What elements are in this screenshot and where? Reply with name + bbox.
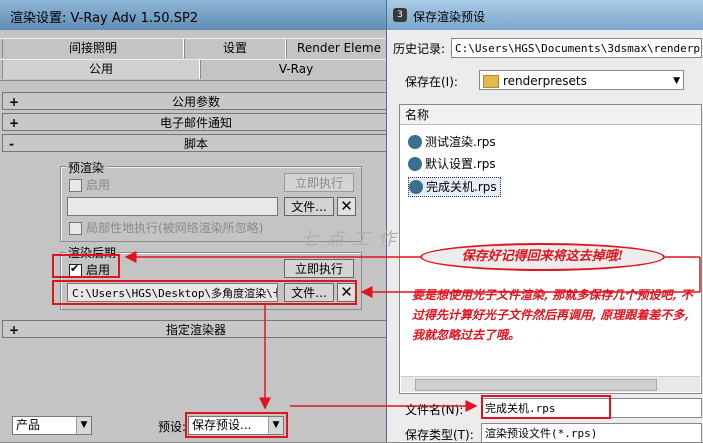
list-item[interactable]: 测试渲染.rps [408, 133, 499, 151]
rollout-common-params[interactable]: + 公用参数 [2, 92, 390, 110]
preset-label: 预设: [158, 420, 187, 434]
rollout-assign-renderer[interactable]: + 指定渲染器 [2, 320, 390, 338]
local-exec-checkbox[interactable] [69, 222, 82, 235]
prerender-enable-label: 启用 [86, 178, 111, 192]
highlight-preset-box [185, 412, 288, 438]
dialog-titlebar[interactable]: 3 保存渲染预设 [387, 0, 703, 30]
preset-file-icon [408, 156, 422, 171]
prerender-enable-checkbox[interactable] [69, 179, 82, 192]
highlight-enable-box [52, 254, 120, 278]
dialog-title: 保存渲染预设 [413, 10, 486, 24]
product-dropdown[interactable]: 产品 ▼ [12, 416, 92, 435]
rollout-label: 指定渲染器 [165, 323, 226, 337]
highlight-path-box [52, 280, 357, 305]
tab-common[interactable]: 公用 [2, 60, 200, 79]
tab-row-1: 间接照明 设置 Render Eleme [0, 38, 392, 60]
tab-render-elements[interactable]: Render Eleme [286, 39, 392, 58]
annotation-note: 要是想使用光子文件渲染, 那就多保存几个预设吧, 不过得先计算好光子文件然后再调… [412, 288, 693, 342]
tab-indirect-illumination[interactable]: 间接照明 [2, 39, 184, 58]
prerender-file-button[interactable]: 文件... [284, 197, 334, 216]
watermark-text: 七点工作 [300, 229, 404, 250]
highlight-filename-box [481, 395, 611, 419]
tab-vray[interactable]: V-Ray [200, 60, 392, 79]
render-setup-titlebar[interactable]: 渲染设置: V-Ray Adv 1.50.SP2 [0, 0, 392, 30]
local-exec-label: 局部性地执行(被网络渲染所忽略) [86, 221, 264, 235]
scrollbar-thumb[interactable] [415, 379, 657, 391]
window-title: 渲染设置: V-Ray Adv 1.50.SP2 [10, 11, 199, 26]
prerender-path-field[interactable] [67, 197, 278, 216]
rollout-email-notify[interactable]: + 电子邮件通知 [2, 113, 390, 131]
app-icon: 3 [393, 8, 407, 22]
horizontal-scrollbar[interactable] [401, 376, 700, 392]
tab-settings[interactable]: 设置 [184, 39, 286, 58]
savein-dropdown[interactable]: renderpresets ▼ [479, 70, 684, 90]
tab-row-2: 公用 V-Ray [0, 59, 392, 81]
list-item-selected[interactable]: 完成关机.rps [408, 177, 501, 197]
savein-label: 保存在(I): [405, 75, 458, 89]
preset-file-icon [409, 179, 423, 194]
chevron-down-icon: ▼ [673, 76, 680, 86]
product-value: 产品 [16, 418, 41, 432]
prerender-group-label: 预渲染 [66, 159, 107, 176]
rollout-label: 脚本 [183, 137, 208, 151]
rollout-label: 电子邮件通知 [159, 116, 232, 130]
prerender-run-now-button[interactable]: 立即执行 [284, 173, 354, 192]
annotation-bubble: 保存好记得回来将这去掉哦! [420, 243, 665, 271]
chevron-down-icon: ▼ [76, 417, 91, 434]
history-field[interactable]: C:\Users\HGS\Documents\3dsmax\renderpres… [451, 38, 702, 58]
filename-label: 文件名(N): [405, 403, 464, 417]
list-item[interactable]: 默认设置.rps [408, 155, 499, 173]
prerender-clear-icon[interactable]: ✕ [337, 197, 356, 216]
filetype-label: 保存类型(T): [405, 428, 474, 442]
render-setup-window: 渲染设置: V-Ray Adv 1.50.SP2 间接照明 设置 Render … [0, 0, 392, 442]
rollout-label: 公用参数 [171, 95, 220, 109]
preset-file-icon [408, 134, 422, 149]
filetype-field[interactable]: 渲染预设文件(*.rps) [481, 423, 702, 443]
savein-value: renderpresets [503, 74, 587, 88]
postrender-run-now-button[interactable]: 立即执行 [284, 259, 354, 278]
column-header-name[interactable]: 名称 [400, 105, 701, 125]
save-preset-dialog: 3 保存渲染预设 历史记录: C:\Users\HGS\Documents\3d… [386, 0, 703, 443]
history-label: 历史记录: [393, 42, 446, 56]
folder-icon [483, 75, 499, 88]
rollout-scripts[interactable]: - 脚本 [2, 134, 390, 152]
